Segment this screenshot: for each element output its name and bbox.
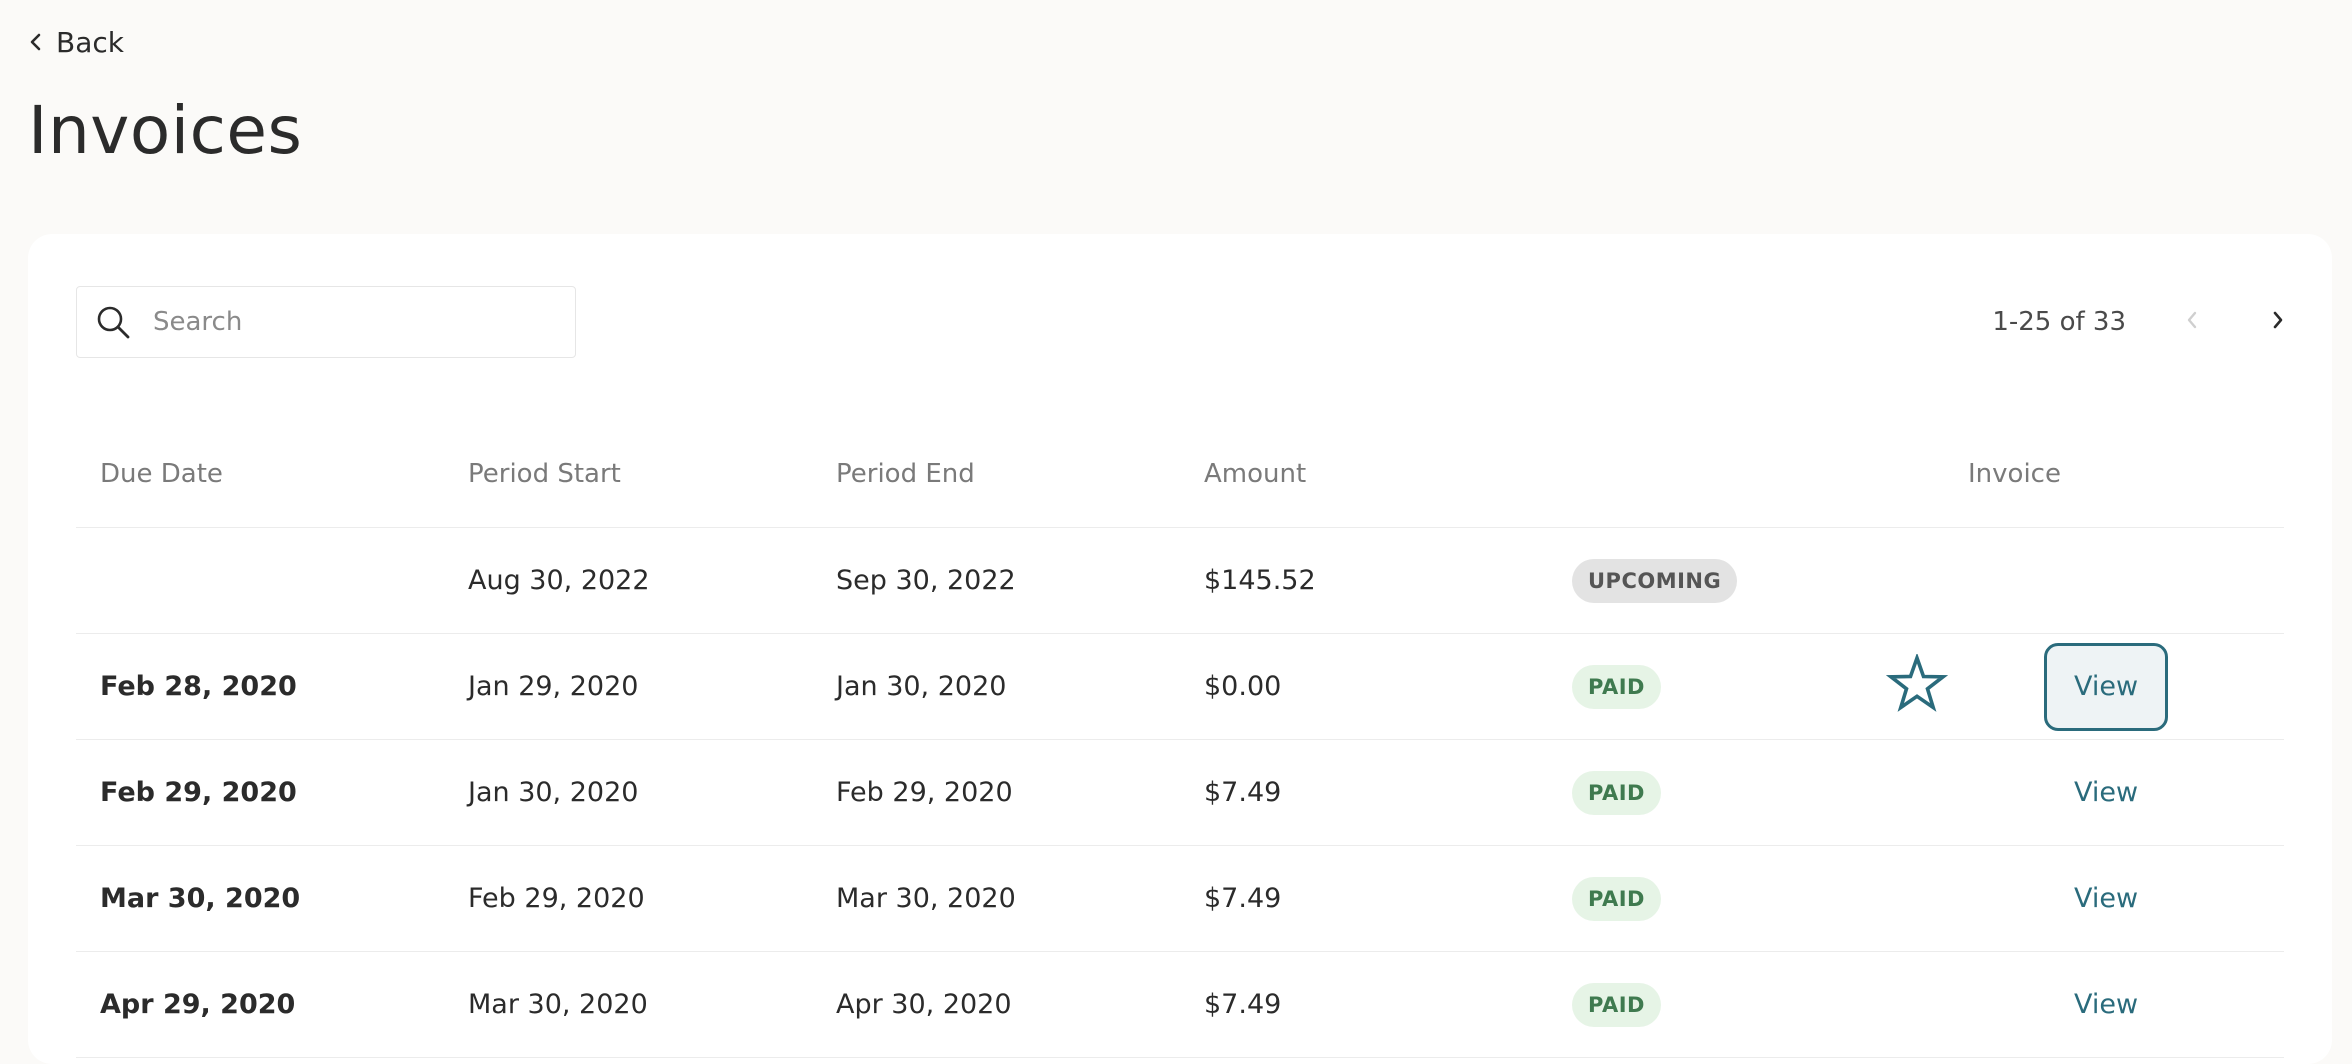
invoice-cell: View	[1938, 952, 2168, 1057]
amount-cell: $7.49	[1204, 883, 1282, 914]
amount-cell: $0.00	[1204, 671, 1282, 702]
next-page-button[interactable]	[2252, 296, 2304, 348]
column-header-period-end[interactable]: Period End	[836, 420, 975, 527]
invoices-card: 1-25 of 33 Due Date Period Start Period …	[28, 234, 2332, 1064]
period-end-cell: Feb 29, 2020	[836, 777, 1013, 808]
invoices-table: Due Date Period Start Period End Amount …	[76, 420, 2284, 1058]
period-start-cell: Mar 30, 2020	[468, 989, 648, 1020]
column-header-due-date[interactable]: Due Date	[100, 420, 223, 527]
table-row: Mar 30, 2020 Feb 29, 2020 Mar 30, 2020 $…	[76, 846, 2284, 952]
back-link[interactable]: Back	[28, 26, 124, 59]
status-cell: PAID	[1572, 846, 1661, 951]
status-badge: PAID	[1572, 876, 1661, 921]
column-header-invoice: Invoice	[1968, 458, 2061, 489]
column-header-amount[interactable]: Amount	[1204, 420, 1306, 527]
column-header-period-start[interactable]: Period Start	[468, 420, 621, 527]
view-invoice-link[interactable]: View	[2044, 855, 2168, 943]
table-row: Feb 28, 2020 Jan 29, 2020 Jan 30, 2020 $…	[76, 634, 2284, 740]
period-start-cell: Jan 30, 2020	[468, 777, 639, 808]
due-date-cell: Feb 29, 2020	[100, 777, 297, 808]
search-input[interactable]	[153, 307, 553, 337]
status-cell: PAID	[1572, 952, 1661, 1057]
view-invoice-link[interactable]: View	[2044, 749, 2168, 837]
period-end-cell: Jan 30, 2020	[836, 671, 1007, 702]
page-title: Invoices	[28, 92, 303, 169]
status-badge: PAID	[1572, 664, 1661, 709]
status-cell: PAID	[1572, 634, 1661, 739]
invoice-cell: View	[1938, 740, 2168, 845]
amount-cell: $7.49	[1204, 989, 1282, 1020]
period-start-cell: Jan 29, 2020	[468, 671, 639, 702]
table-row: Feb 29, 2020 Jan 30, 2020 Feb 29, 2020 $…	[76, 740, 2284, 846]
status-badge: PAID	[1572, 982, 1661, 1027]
chevron-right-icon	[2271, 309, 2285, 335]
previous-page-button[interactable]	[2166, 296, 2218, 348]
due-date-cell: Feb 28, 2020	[100, 671, 297, 702]
period-end-cell: Apr 30, 2020	[836, 989, 1012, 1020]
amount-cell: $7.49	[1204, 777, 1282, 808]
status-cell: PAID	[1572, 740, 1661, 845]
due-date-cell: Apr 29, 2020	[100, 989, 296, 1020]
period-start-cell: Feb 29, 2020	[468, 883, 645, 914]
table-row: Apr 29, 2020 Mar 30, 2020 Apr 30, 2020 $…	[76, 952, 2284, 1058]
pagination: 1-25 of 33	[1992, 296, 2304, 348]
status-cell: UPCOMING	[1572, 528, 1738, 633]
amount-cell: $145.52	[1204, 565, 1316, 596]
search-icon	[93, 302, 133, 342]
status-badge: UPCOMING	[1572, 558, 1738, 603]
back-label: Back	[56, 26, 124, 59]
view-invoice-link[interactable]: View	[2044, 961, 2168, 1049]
chevron-left-icon	[2185, 309, 2199, 335]
chevron-left-icon	[28, 26, 44, 59]
status-badge: PAID	[1572, 770, 1661, 815]
table-header-row: Due Date Period Start Period End Amount …	[76, 420, 2284, 528]
invoice-cell: View	[1938, 846, 2168, 951]
period-start-cell: Aug 30, 2022	[468, 565, 650, 596]
due-date-cell: Mar 30, 2020	[100, 883, 301, 914]
period-end-cell: Sep 30, 2022	[836, 565, 1016, 596]
table-row: Aug 30, 2022 Sep 30, 2022 $145.52 UPCOMI…	[76, 528, 2284, 634]
pagination-range: 1-25 of 33	[1992, 307, 2126, 337]
search-box[interactable]	[76, 286, 576, 358]
view-invoice-link[interactable]: View	[2044, 642, 2168, 731]
invoice-cell: View	[1938, 634, 2168, 739]
period-end-cell: Mar 30, 2020	[836, 883, 1016, 914]
